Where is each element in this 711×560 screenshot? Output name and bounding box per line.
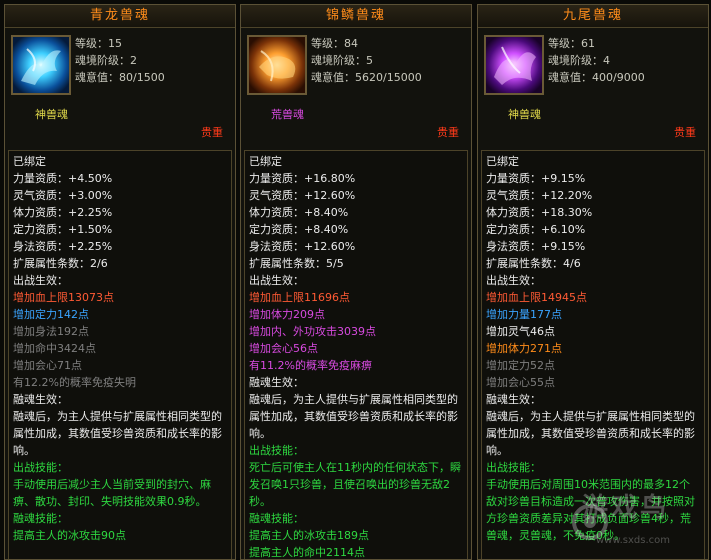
merge-skill-title: 融魂技能： (13, 512, 68, 525)
soul-type-label: 神兽魂 (508, 108, 541, 121)
battle-skill-title: 出战技能： (486, 461, 541, 474)
watermark-url: www.sxds.com (596, 535, 671, 546)
watermark-text: 游戏鸟 (582, 493, 670, 523)
blue-dragon-soul-icon[interactable] (11, 35, 71, 95)
soul-type-label: 荒兽魂 (271, 108, 304, 121)
nine-tail-fox-soul-icon[interactable] (484, 35, 544, 95)
aptitude-line: 定力资质：+6.10% (486, 223, 586, 236)
extension-count: 扩展属性条数：2/6 (13, 257, 108, 270)
description-box: 已绑定 力量资质：+4.50% 灵气资质：+3.00% 体力资质：+2.25% … (8, 150, 232, 559)
aptitude-line: 体力资质：+2.25% (13, 206, 113, 219)
bound-status: 已绑定 (486, 155, 519, 168)
aptitude-line: 定力资质：+1.50% (13, 223, 113, 236)
battle-effect-line: 增加血上限14945点 (486, 291, 587, 304)
battle-skill-text: 手动使用后减少主人当前受到的封穴、麻痹、散功、封印、失明技能效果0.9秒。 (13, 478, 211, 508)
golden-carp-soul-icon[interactable] (247, 35, 307, 95)
aptitude-line: 力量资质：+9.15% (486, 172, 586, 185)
realm-tier-text: 魂境阶级：5 (311, 54, 373, 67)
panel-title: 青龙兽魂 (5, 5, 235, 28)
merge-skill-line: 提高主人的冰攻击90点 (13, 529, 126, 542)
battle-effect-line: 增加会心55点 (486, 376, 555, 389)
aptitude-line: 力量资质：+16.80% (249, 172, 356, 185)
aptitude-line: 身法资质：+2.25% (13, 240, 113, 253)
extension-count: 扩展属性条数：5/5 (249, 257, 344, 270)
panel-title: 锦鳞兽魂 (241, 5, 471, 28)
soul-value-text: 魂意值：5620/15000 (311, 71, 422, 84)
merge-skill-line: 提高主人的冰攻击189点 (249, 529, 369, 542)
battle-effect-line: 增加会心56点 (249, 342, 318, 355)
battle-effect-line: 增加定力52点 (486, 359, 555, 372)
realm-tier-text: 魂境阶级：4 (548, 54, 610, 67)
merge-effect-title: 融魂生效： (13, 393, 68, 406)
battle-effect-line: 增加身法192点 (13, 325, 89, 338)
aptitude-line: 力量资质：+4.50% (13, 172, 113, 185)
battle-skill-title: 出战技能： (249, 444, 304, 457)
description-box: 已绑定 力量资质：+16.80% 灵气资质：+12.60% 体力资质：+8.40… (244, 150, 468, 559)
soul-value-text: 魂意值：80/1500 (75, 71, 165, 84)
aptitude-line: 灵气资质：+12.60% (249, 189, 356, 202)
merge-skill-line: 提高主人的命中2114点 (249, 546, 365, 559)
realm-tier-text: 魂境阶级：2 (75, 54, 137, 67)
merge-effect-text: 融魂后，为主人提供与扩展属性相同类型的属性加成，其数值受珍兽资质和成长率的影响。 (486, 410, 695, 457)
level-text: 等级：15 (75, 37, 122, 50)
aptitude-line: 灵气资质：+12.20% (486, 189, 593, 202)
battle-effect-line: 增加会心71点 (13, 359, 82, 372)
merge-effect-title: 融魂生效： (486, 393, 541, 406)
merge-skill-title: 融魂技能： (249, 512, 304, 525)
aptitude-line: 身法资质：+12.60% (249, 240, 356, 253)
aptitude-line: 体力资质：+18.30% (486, 206, 593, 219)
merge-effect-title: 融魂生效： (249, 376, 304, 389)
battle-effect-line: 有11.2%的概率免疫麻痹 (249, 359, 372, 372)
level-text: 等级：61 (548, 37, 595, 50)
battle-effect-title: 出战生效： (486, 274, 541, 287)
bound-status: 已绑定 (249, 155, 282, 168)
rarity-label: 贵重 (437, 126, 459, 139)
battle-effect-line: 增加力量177点 (486, 308, 562, 321)
extension-count: 扩展属性条数：4/6 (486, 257, 581, 270)
rarity-label: 贵重 (674, 126, 696, 139)
battle-skill-title: 出战技能： (13, 461, 68, 474)
battle-effect-line: 有12.2%的概率免疫失明 (13, 376, 136, 389)
soul-value-text: 魂意值：400/9000 (548, 71, 645, 84)
aptitude-line: 灵气资质：+3.00% (13, 189, 113, 202)
soul-tooltip-panel: 青龙兽魂 等级：15 魂境阶级：2 魂意值：80/1500 神兽魂 贵重 已绑定… (4, 4, 236, 560)
soul-type-label: 神兽魂 (35, 108, 68, 121)
aptitude-line: 身法资质：+9.15% (486, 240, 586, 253)
battle-effect-line: 增加命中3424点 (13, 342, 96, 355)
battle-effect-line: 增加体力271点 (486, 342, 562, 355)
level-text: 等级：84 (311, 37, 358, 50)
merge-effect-text: 融魂后，为主人提供与扩展属性相同类型的属性加成，其数值受珍兽资质和成长率的影响。 (249, 393, 458, 440)
battle-effect-title: 出战生效： (249, 274, 304, 287)
merge-effect-text: 融魂后，为主人提供与扩展属性相同类型的属性加成，其数值受珍兽资质和成长率的影响。 (13, 410, 222, 457)
battle-effect-line: 增加内、外功攻击3039点 (249, 325, 376, 338)
battle-effect-line: 增加血上限11696点 (249, 291, 350, 304)
battle-effect-line: 增加血上限13073点 (13, 291, 114, 304)
panel-title: 九尾兽魂 (478, 5, 708, 28)
soul-tooltip-panel: 九尾兽魂 等级：61 魂境阶级：4 魂意值：400/9000 神兽魂 贵重 已绑… (477, 4, 709, 560)
battle-effect-line: 增加定力142点 (13, 308, 89, 321)
soul-tooltip-panel: 锦鳞兽魂 等级：84 魂境阶级：5 魂意值：5620/15000 荒兽魂 贵重 … (240, 4, 472, 560)
aptitude-line: 体力资质：+8.40% (249, 206, 349, 219)
rarity-label: 贵重 (201, 126, 223, 139)
aptitude-line: 定力资质：+8.40% (249, 223, 349, 236)
battle-effect-line: 增加灵气46点 (486, 325, 555, 338)
battle-effect-title: 出战生效： (13, 274, 68, 287)
bound-status: 已绑定 (13, 155, 46, 168)
battle-skill-text: 死亡后可使主人在11秒内的任何状态下，瞬发召唤1只珍兽，且使召唤出的珍兽无敌2秒… (249, 461, 461, 508)
battle-effect-line: 增加体力209点 (249, 308, 325, 321)
